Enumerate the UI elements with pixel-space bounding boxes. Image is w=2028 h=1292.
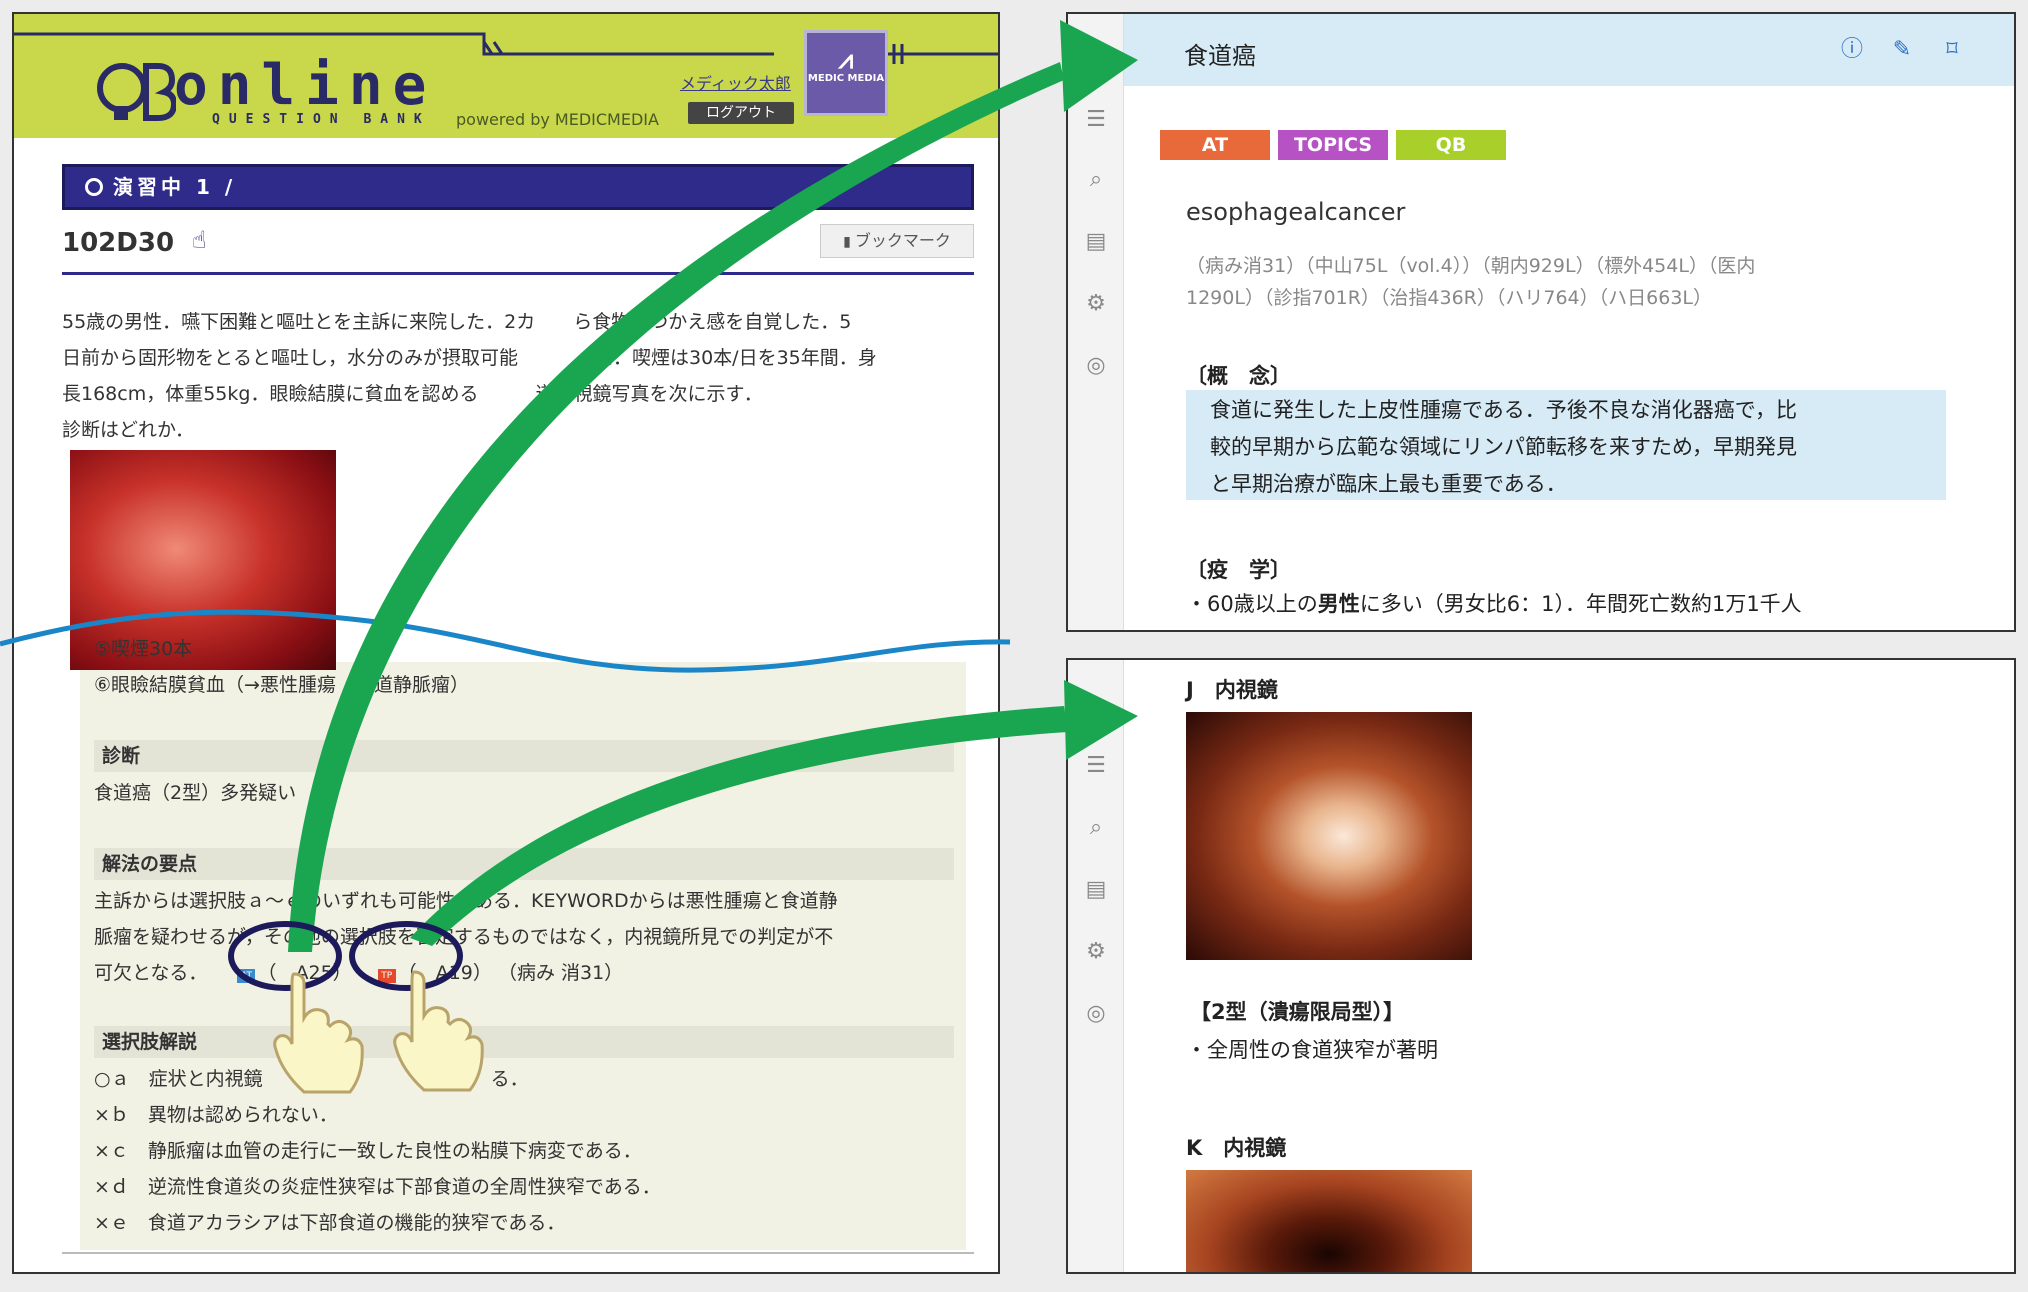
at-book-icon: AT [237, 969, 256, 983]
user-name-link[interactable]: メディック太郎 [680, 70, 791, 94]
endoscopy-image-k[interactable] [1186, 1170, 1472, 1272]
diagnosis-heading: 診断 [94, 740, 954, 772]
side-rail: ︿ ☰ ⌕ ▤ ⚙ ◎ [1068, 14, 1124, 630]
settings-icon[interactable]: ⚙ [1082, 290, 1110, 318]
medic-media-logo: ⩘ MEDIC MEDIA [804, 30, 888, 116]
search-icon[interactable]: ⌕ [1082, 166, 1110, 194]
article-panel: ︿ ☰ ⌕ ▤ ⚙ ◎ 食道癌 ⓘ ✎ ⌑ AT TOPICS QB esoph… [1066, 12, 2016, 632]
divider [62, 1252, 974, 1254]
english-name: esophagealcancer [1186, 198, 1406, 226]
reference-books-line: 1290L）（診指701R）（治指436R）（ハリ764）（ハ日663L） [1186, 287, 1712, 309]
side-rail: ︿ ☰ ⌕ ▤ ⚙ ◎ [1068, 660, 1124, 1272]
edit-icon[interactable]: ✎ [1888, 36, 1916, 64]
ref-link-tp-a19[interactable]: TP （ A19） [377, 958, 492, 985]
document-icon[interactable]: ▤ [1082, 876, 1110, 904]
ref-link-at-label: （ A25） [257, 962, 352, 984]
type2-text: ・全周性の食道狭窄が著明 [1186, 1038, 1438, 1062]
question-line: 日前から固形物をとると嘔吐し，水分のみが摂取可能 った．喫煙は30本/日を35年… [62, 347, 877, 369]
choice-a: ○ａ 症状と内視鏡 る． [94, 1068, 529, 1090]
concept-line: 較的早期から広範な領域にリンパ節転移を来すため，早期発見 [1210, 435, 1797, 459]
key-points-prefix: 可欠となる． [94, 962, 208, 984]
concept-heading: 〔概 念〕 [1186, 364, 1291, 388]
choices-heading: 選択肢解説 [94, 1026, 954, 1058]
question-line: 診断はどれか． [62, 419, 195, 441]
chevron-up-icon[interactable]: ︿ [1082, 44, 1110, 72]
endoscopy-image-j[interactable] [1186, 712, 1472, 960]
search-icon[interactable]: ⌕ [1082, 814, 1110, 842]
ref-byomi: （病み 消31） [497, 962, 624, 984]
qb-icon[interactable]: ◎ [1082, 1000, 1110, 1028]
bookmark-icon[interactable]: ⌑ [1938, 36, 1966, 64]
info-icon[interactable]: ⓘ [1838, 36, 1866, 64]
reference-books-line: （病み消31）（中山75L（vol.4））（朝内929L）（標外454L）（医内 [1186, 255, 1756, 277]
tag-at[interactable]: AT [1160, 130, 1270, 160]
epidemiology-post: に多い（男女比6：1）．年間死亡数約1万1千人 [1359, 592, 1802, 616]
chevron-up-icon[interactable]: ︿ [1082, 690, 1110, 718]
qb-icon[interactable]: ◎ [1082, 352, 1110, 380]
divider [62, 272, 974, 275]
bookmark-button[interactable]: ▮ ブックマーク [820, 224, 974, 258]
concept-box: 食道に発生した上皮性腫瘍である．予後不良な消化器癌で，比 較的早期から広範な領域… [1186, 390, 1946, 500]
ref-link-at-a25[interactable]: AT （ A25） [237, 958, 352, 985]
tag-topics[interactable]: TOPICS [1278, 130, 1388, 160]
topics-book-icon: TP [377, 969, 396, 983]
article-header: 食道癌 ⓘ ✎ ⌑ [1124, 14, 2014, 86]
keyword-5: ⑤喫煙30本 [94, 638, 193, 660]
ref-link-tp-label: （ A19） [397, 962, 492, 984]
section-k-heading: K 内視鏡 [1186, 1136, 1287, 1160]
key-points-line: 脈瘤を疑わせるが，その他の選択肢を否定するものではなく，内視鏡所見での判定が不 [94, 926, 834, 948]
progress-circle-icon [85, 178, 103, 196]
image-panel: ︿ ☰ ⌕ ▤ ⚙ ◎ J 内視鏡 【2型（潰瘍限局型）】 ・全周性の食道狭窄が… [1066, 658, 2016, 1274]
list-icon[interactable]: ☰ [1082, 752, 1110, 780]
qb-tagline: QUESTION BANK [212, 112, 431, 127]
reference-books: （病み消31）（中山75L（vol.4））（朝内929L）（標外454L）（医内… [1186, 250, 1906, 314]
qb-logo-icon [97, 63, 176, 121]
settings-icon[interactable]: ⚙ [1082, 938, 1110, 966]
powered-by-text: powered by MEDICMEDIA [456, 110, 659, 129]
choice-b: ×ｂ 異物は認められない． [94, 1104, 338, 1126]
key-points-heading: 解法の要点 [94, 848, 954, 880]
question-text: 55歳の男性．嚥下困難と嘔吐とを主訴に来院した．2カ ら食物のつかえ感を自覚した… [62, 304, 982, 448]
epidemiology-text: ・60歳以上の男性に多い（男女比6：1）．年間死亡数約1万1千人 [1186, 588, 1802, 618]
bookmark-icon: ▮ [843, 234, 851, 250]
thumb-icon[interactable]: ☝ [192, 226, 207, 254]
question-line: 55歳の男性．嚥下困難と嘔吐とを主訴に来院した．2カ ら食物のつかえ感を自覚した… [62, 311, 852, 333]
key-points-line: 主訴からは選択肢ａ～ｅのいずれも可能性がある．KEYWORDからは悪性腫瘍と食道… [94, 890, 838, 912]
question-id: 102D30 [62, 228, 175, 258]
qb-online-panel: online QUESTION BANK powered by MEDICMED… [12, 12, 1000, 1274]
progress-bar: 演習中 1 / [62, 164, 974, 210]
choice-c: ×ｃ 静脈瘤は血管の走行に一致した良性の粘膜下病変である． [94, 1140, 642, 1162]
diagnosis-text: 食道癌（2型）多発疑い [94, 782, 297, 804]
key-points-line-3: 可欠となる． AT （ A25） TP （ A19） （病み 消31） [94, 958, 623, 985]
question-line: 長168cm，体重55kg．眼瞼結膜に貧血を認める 道内視鏡写真を次に示す． [62, 383, 763, 405]
qb-header: online QUESTION BANK powered by MEDICMED… [14, 14, 998, 138]
article-title: 食道癌 [1184, 42, 1256, 70]
tag-qb[interactable]: QB [1396, 130, 1506, 160]
bookmark-label: ブックマーク [854, 231, 951, 250]
choice-e: ×ｅ 食道アカラシアは下部食道の機能的狭窄である． [94, 1212, 566, 1234]
medic-logo-text: MEDIC MEDIA [807, 73, 885, 84]
concept-line: 食道に発生した上皮性腫瘍である．予後不良な消化器癌で，比 [1210, 398, 1797, 422]
epidemiology-bold: 男性 [1317, 592, 1360, 616]
progress-label: 演習中 1 / [113, 175, 237, 199]
logout-button[interactable]: ログアウト [688, 102, 794, 124]
concept-line: と早期治療が臨床上最も重要である． [1210, 472, 1567, 496]
list-icon[interactable]: ☰ [1082, 106, 1110, 134]
medic-logo-mark-icon: ⩘ [838, 45, 854, 75]
keyword-6: ⑥眼瞼結膜貧血（→悪性腫瘍 食道静脈瘤） [94, 674, 469, 696]
document-icon[interactable]: ▤ [1082, 228, 1110, 256]
section-j-heading: J 内視鏡 [1186, 678, 1278, 702]
type2-heading: 【2型（潰瘍限局型）】 [1190, 1000, 1405, 1024]
epidemiology-heading: 〔疫 学〕 [1186, 558, 1291, 582]
choice-d: ×ｄ 逆流性食道炎の炎症性狭窄は下部食道の全周性狭窄である． [94, 1176, 661, 1198]
epidemiology-pre: ・60歳以上の [1186, 592, 1318, 616]
qb-logo-text: online [174, 53, 437, 118]
